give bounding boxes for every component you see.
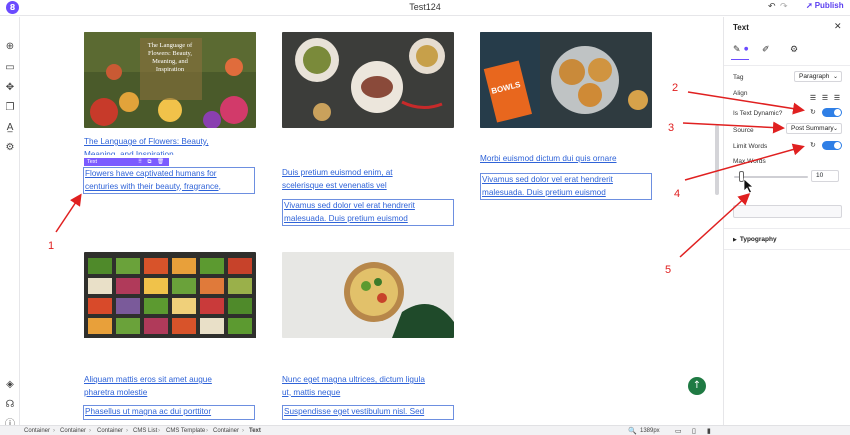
annotation-arrow-4 [684, 143, 805, 181]
annotation-arrows [55, 91, 805, 258]
annotation-arrow-3 [682, 121, 785, 134]
annotation-number: 5 [665, 264, 672, 276]
annotation-number: 4 [674, 188, 681, 200]
annotation-number: 2 [672, 82, 679, 94]
mouse-cursor-icon [743, 178, 755, 194]
annotation-arrow-1 [55, 193, 82, 233]
annotation-arrow-5 [679, 192, 751, 258]
annotation-number: 1 [48, 240, 55, 252]
annotation-number: 3 [668, 122, 675, 134]
annotation-arrow-2 [687, 91, 805, 115]
